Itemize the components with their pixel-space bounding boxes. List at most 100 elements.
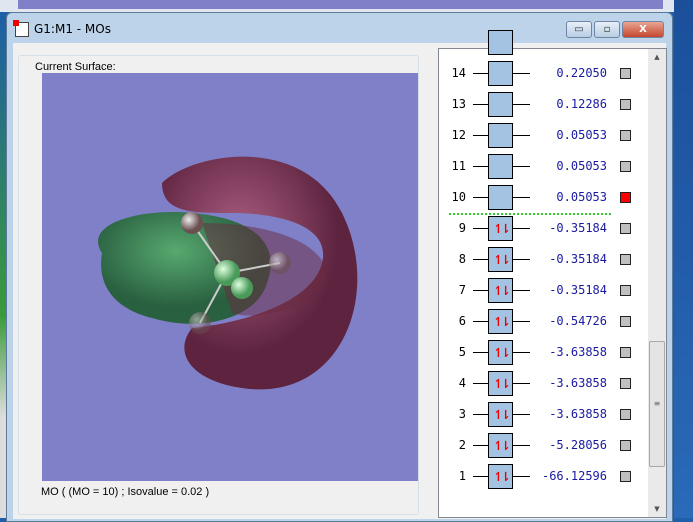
mo-number: 10	[451, 190, 466, 204]
current-surface-label: Current Surface:	[33, 61, 118, 73]
mo-energy: -0.35184	[549, 283, 607, 297]
mo-energy: -0.35184	[549, 221, 607, 235]
mo-number: 4	[458, 376, 466, 390]
homo-lumo-separator	[449, 213, 611, 215]
window-client: Current Surface: MO ( (MO = 10) ; Isoval…	[13, 30, 667, 519]
molecule-viewport[interactable]	[42, 73, 418, 481]
level-line	[473, 476, 488, 477]
mo-energy: 0.05053	[556, 190, 607, 204]
virtual-level-icon	[488, 123, 513, 148]
level-line	[473, 290, 488, 291]
level-line	[513, 414, 530, 415]
virtual-level-icon	[488, 92, 513, 117]
mo-number: 1	[458, 469, 466, 483]
level-line	[513, 383, 530, 384]
level-line	[513, 290, 530, 291]
virtual-level-icon	[488, 185, 513, 210]
hydrogen-atom	[189, 312, 211, 334]
mo-energy: -3.63858	[549, 376, 607, 390]
mo-select-checkbox[interactable]	[620, 471, 631, 482]
mo-number: 14	[451, 66, 466, 80]
occupied-level-icon: ↿⇂	[488, 309, 513, 334]
mo-row[interactable]: 12 0.05053	[439, 120, 644, 151]
level-line	[473, 197, 488, 198]
occupied-level-icon: ↿⇂	[488, 402, 513, 427]
virtual-level-icon	[488, 61, 513, 86]
mo-select-checkbox[interactable]	[620, 378, 631, 389]
mo-row[interactable]: 2 ↿⇂ -5.28056	[439, 430, 644, 461]
mo-row[interactable]: 8 ↿⇂ -0.35184	[439, 244, 644, 275]
mo-select-checkbox[interactable]	[620, 347, 631, 358]
mo-select-checkbox[interactable]	[620, 316, 631, 327]
mo-energy: -0.35184	[549, 252, 607, 266]
mo-row[interactable]: 4 ↿⇂ -3.63858	[439, 368, 644, 399]
mo-select-checkbox[interactable]	[620, 68, 631, 79]
level-line	[513, 321, 530, 322]
level-line	[473, 135, 488, 136]
window-title: G1:M1 - MOs	[34, 22, 111, 36]
mo-row[interactable]: 5 ↿⇂ -3.63858	[439, 337, 644, 368]
mo-row[interactable]: 9 ↿⇂ -0.35184	[439, 213, 644, 244]
mo-number: 9	[458, 221, 466, 235]
mos-window: G1:M1 - MOs ▭ ▫ X Current Surface: MO ( …	[6, 12, 673, 522]
mo-energy: 0.05053	[556, 128, 607, 142]
hydrogen-atom	[231, 277, 253, 299]
mo-row[interactable]: 14 0.22050	[439, 58, 644, 89]
scroll-up-icon[interactable]: ▲	[648, 53, 666, 61]
mo-energy: -3.63858	[549, 407, 607, 421]
occupied-level-icon: ↿⇂	[488, 433, 513, 458]
mo-number: 5	[458, 345, 466, 359]
level-line	[473, 166, 488, 167]
mo-select-checkbox[interactable]	[620, 130, 631, 141]
mo-row[interactable]: 6 ↿⇂ -0.54726	[439, 306, 644, 337]
hydrogen-atom	[181, 212, 203, 234]
occupied-level-icon: ↿⇂	[488, 216, 513, 241]
level-line	[513, 197, 530, 198]
app-icon	[13, 20, 29, 37]
occupied-level-icon: ↿⇂	[488, 247, 513, 272]
mo-select-checkbox[interactable]	[620, 254, 631, 265]
mo-row[interactable]: 13 0.12286	[439, 89, 644, 120]
mo-energy: -66.12596	[541, 469, 607, 483]
virtual-level-icon	[488, 154, 513, 179]
mo-number: 8	[458, 252, 466, 266]
mo-number: 3	[458, 407, 466, 421]
scrollbar[interactable]: ▲ ≡ ▼	[648, 49, 666, 517]
scroll-thumb[interactable]: ≡	[649, 341, 665, 467]
mo-select-checkbox[interactable]	[620, 99, 631, 110]
mo-select-checkbox[interactable]	[620, 409, 631, 420]
mo-select-checkbox[interactable]	[620, 192, 631, 203]
mo-energy: 0.05053	[556, 159, 607, 173]
occupied-level-icon: ↿⇂	[488, 464, 513, 489]
occupied-level-icon: ↿⇂	[488, 371, 513, 396]
mo-partial-box	[488, 30, 513, 55]
level-line	[473, 73, 488, 74]
occupied-level-icon: ↿⇂	[488, 278, 513, 303]
mo-list[interactable]: 14 0.22050 13 0.12286 12 0.05053 11 0.05053 10 0.…	[438, 30, 667, 518]
mo-select-checkbox[interactable]	[620, 161, 631, 172]
mo-row[interactable]: 11 0.05053	[439, 151, 644, 182]
level-line	[513, 135, 530, 136]
level-line	[513, 73, 530, 74]
mo-energy: -5.28056	[549, 438, 607, 452]
mo-row[interactable]: 3 ↿⇂ -3.63858	[439, 399, 644, 430]
mo-number: 2	[458, 438, 466, 452]
mo-energy: -3.63858	[549, 345, 607, 359]
level-line	[513, 352, 530, 353]
level-line	[513, 228, 530, 229]
level-line	[473, 104, 488, 105]
mo-energy: 0.12286	[556, 97, 607, 111]
mo-row[interactable]: 7 ↿⇂ -0.35184	[439, 275, 644, 306]
level-line	[473, 414, 488, 415]
level-line	[513, 166, 530, 167]
mo-select-checkbox[interactable]	[620, 285, 631, 296]
level-line	[513, 445, 530, 446]
mo-select-checkbox[interactable]	[620, 223, 631, 234]
desktop-right	[674, 0, 693, 518]
mo-row[interactable]: 10 0.05053	[439, 182, 644, 213]
mo-select-checkbox[interactable]	[620, 440, 631, 451]
level-line	[473, 445, 488, 446]
mo-row[interactable]: 1 ↿⇂ -66.12596	[439, 461, 644, 492]
occupied-level-icon: ↿⇂	[488, 340, 513, 365]
scroll-down-icon[interactable]: ▼	[648, 505, 666, 513]
